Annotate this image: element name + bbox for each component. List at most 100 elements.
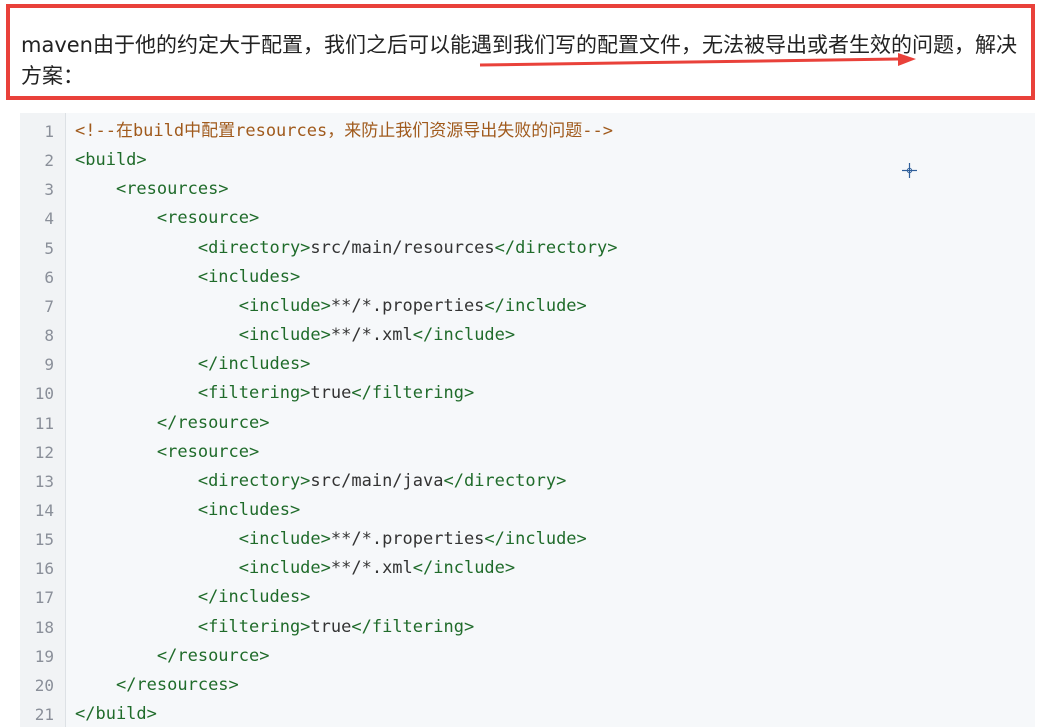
xml-tag: </resources> [115, 674, 239, 695]
code-line: 9 </includes> [20, 350, 1035, 379]
line-number: 14 [34, 500, 54, 520]
xml-tag: </directory> [494, 237, 618, 258]
code-text: <!--在build中配置resources，来防止我们资源导出失败的问题--> [75, 117, 613, 146]
xml-text [75, 529, 239, 549]
line-number: 1 [44, 122, 54, 141]
xml-tag: </includes> [197, 587, 311, 608]
code-text: </build> [75, 700, 157, 727]
xml-text [75, 500, 198, 520]
code-line: 10 <filtering>true</filtering> [20, 379, 1035, 408]
line-number: 16 [34, 559, 54, 579]
crosshair-cursor-icon [902, 163, 917, 178]
code-line: 7 <include>**/*.properties</include> [20, 292, 1035, 321]
line-number: 5 [44, 238, 54, 258]
code-text: <filtering>true</filtering> [75, 613, 474, 642]
xml-tag: <resources> [115, 179, 229, 200]
xml-tag: </include> [484, 295, 587, 316]
xml-tag: <directory> [197, 237, 311, 258]
xml-text [75, 558, 239, 578]
code-text: </includes> [75, 583, 311, 612]
code-line: 5 <directory>src/main/resources</directo… [20, 234, 1035, 263]
code-text: <directory>src/main/resources</directory… [75, 234, 618, 263]
line-number: 20 [34, 675, 54, 695]
code-text: <resource> [75, 438, 259, 467]
xml-text [75, 238, 198, 258]
xml-tag: </include> [484, 529, 587, 550]
xml-tag: <include> [238, 295, 331, 316]
code-line: 20 </resources> [20, 671, 1035, 700]
xml-tag: </resource> [156, 645, 270, 666]
code-line: 6 <includes> [20, 263, 1035, 292]
xml-text [75, 325, 239, 345]
line-number: 9 [44, 355, 54, 375]
xml-tag: <includes> [197, 499, 301, 520]
line-number: 18 [34, 617, 54, 637]
xml-text [75, 208, 157, 228]
code-line: 11 </resource> [20, 409, 1035, 438]
xml-tag: </directory> [443, 470, 567, 491]
xml-text [75, 675, 116, 695]
line-number: 2 [44, 151, 54, 171]
line-number: 13 [34, 471, 54, 491]
code-text: <resource> [75, 204, 259, 233]
code-line: 19 </resource> [20, 642, 1035, 671]
line-number: 21 [34, 705, 54, 724]
xml-tag: <build> [75, 150, 147, 171]
xml-tag: </filtering> [351, 616, 475, 637]
page: maven由于他的约定大于配置，我们之后可以能遇到我们写的配置文件，无法被导出或… [0, 0, 1060, 727]
code-text: <includes> [75, 263, 300, 292]
line-number: 8 [44, 326, 54, 346]
code-text: <filtering>true</filtering> [75, 379, 474, 408]
xml-tag: <directory> [197, 470, 311, 491]
code-line: 3 <resources> [20, 175, 1035, 204]
xml-tag: </include> [412, 325, 516, 346]
xml-text: src/main/resources [310, 237, 495, 258]
line-number: 17 [34, 588, 54, 608]
xml-text: **/*.xml [330, 325, 413, 346]
xml-tag: <filtering> [197, 383, 311, 404]
xml-tag: </resource> [156, 412, 270, 433]
code-line: 16 <include>**/*.xml</include> [20, 554, 1035, 583]
xml-tag: <include> [238, 325, 331, 346]
code-text: </resource> [75, 409, 270, 438]
xml-tag: <resource> [156, 441, 260, 462]
code-text: </includes> [75, 350, 311, 379]
line-number: 19 [34, 646, 54, 666]
line-number: 11 [34, 413, 54, 433]
xml-tag: </includes> [197, 354, 311, 375]
xml-tag: </filtering> [351, 383, 475, 404]
code-line: 4 <resource> [20, 204, 1035, 233]
xml-text [75, 354, 198, 374]
xml-text [75, 442, 157, 462]
code-block: 1 <!--在build中配置resources，来防止我们资源导出失败的问题--… [20, 113, 1035, 727]
code-line: 13 <directory>src/main/java</directory> [20, 467, 1035, 496]
xml-text: true [310, 616, 352, 637]
xml-tag: <filtering> [197, 616, 311, 637]
code-line: 21 </build> [20, 700, 1035, 727]
xml-text [75, 383, 198, 403]
xml-text [75, 646, 157, 666]
line-number: 15 [34, 530, 54, 550]
code-line: 8 <include>**/*.xml</include> [20, 321, 1035, 350]
xml-tag: </build> [75, 704, 157, 724]
xml-text: **/*.properties [330, 295, 485, 316]
code-line: 17 </includes> [20, 583, 1035, 612]
xml-text: **/*.xml [330, 558, 413, 579]
code-text: <resources> [75, 175, 229, 204]
red-arrow-annotation [479, 53, 916, 67]
line-number: 4 [44, 209, 54, 229]
xml-text: true [310, 383, 352, 404]
code-text: <build> [75, 146, 147, 175]
xml-text: **/*.properties [330, 529, 485, 550]
code-text: <include>**/*.properties</include> [75, 292, 587, 321]
line-number: 7 [44, 296, 54, 316]
line-number: 12 [34, 442, 54, 462]
code-line: 12 <resource> [20, 438, 1035, 467]
xml-text [75, 587, 198, 607]
code-line: 1 <!--在build中配置resources，来防止我们资源导出失败的问题--… [20, 117, 1035, 146]
line-number: 6 [44, 267, 54, 287]
xml-tag: <include> [238, 529, 331, 550]
xml-text [75, 617, 198, 637]
code-line: 2 <build> [20, 146, 1035, 175]
code-line: 14 <includes> [20, 496, 1035, 525]
